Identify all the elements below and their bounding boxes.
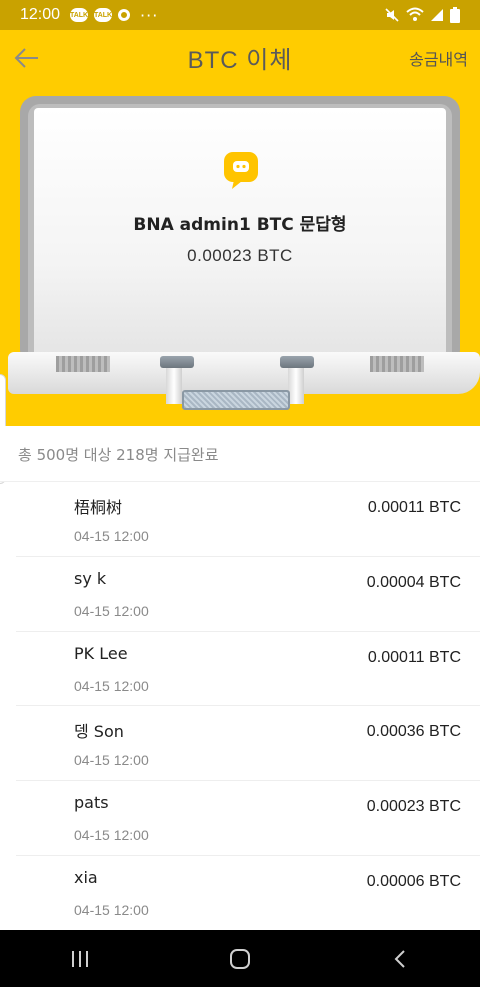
tray-knob — [280, 356, 314, 368]
recipient-time: 04-15 12:00 — [74, 602, 149, 619]
recents-button[interactable] — [50, 939, 110, 979]
recipient-amount: 0.00011 BTC — [367, 648, 461, 666]
list-item: 梧桐树 04-15 12:00 0.00011 BTC — [16, 482, 480, 557]
chat-bubble-b-icon — [224, 152, 258, 189]
wifi-icon — [406, 7, 424, 21]
tray-slot — [56, 356, 110, 372]
list-item: sy k 04-15 12:00 0.00004 BTC — [16, 557, 480, 632]
tray-knob — [160, 356, 194, 368]
recipient-name: PK Lee — [74, 643, 128, 663]
system-navigation-bar — [0, 930, 480, 987]
app-header: BTC 이체 송금내역 — [0, 30, 480, 86]
talk-notification-icon: TALK — [94, 8, 112, 22]
mute-icon — [385, 8, 399, 22]
recipient-amount: 0.00023 BTC — [366, 798, 461, 816]
recipient-list: 梧桐树 04-15 12:00 0.00011 BTC sy k 04-15 1… — [0, 482, 480, 931]
recipient-time: 04-15 12:00 — [74, 827, 149, 844]
status-time: 12:00 — [20, 6, 61, 23]
status-bar: 12:00 TALK TALK ··· — [0, 0, 480, 30]
recents-icon — [72, 950, 88, 967]
recipient-amount: 0.00004 BTC — [366, 573, 461, 591]
list-item: 뎅 Son 04-15 12:00 0.00036 BTC — [16, 706, 480, 782]
back-icon — [394, 949, 405, 968]
home-button[interactable] — [210, 939, 270, 979]
recipient-name: 梧桐树 — [74, 498, 123, 517]
recipient-amount: 0.00011 BTC — [367, 499, 461, 516]
transfer-card — [34, 108, 446, 366]
recipient-time: 04-15 12:00 — [74, 752, 149, 769]
recipient-name: xia — [74, 867, 98, 887]
recipient-name: 뎅 Son — [74, 722, 124, 742]
handle-post — [288, 368, 304, 404]
transfer-card-area: BNA admin1 BTC 문답형 0.00023 BTC — [0, 86, 480, 484]
summary-bar: 총 500명 대상 218명 지급완료 — [0, 426, 480, 482]
tray-slot — [370, 356, 424, 372]
list-item: PK Lee 04-15 12:00 0.00011 BTC — [16, 632, 480, 707]
recipient-name: pats — [74, 793, 109, 813]
nav-back-button[interactable] — [370, 939, 430, 979]
home-icon — [230, 948, 250, 969]
list-item: xia 04-15 12:00 0.00006 BTC — [16, 856, 480, 931]
list-item: pats 04-15 12:00 0.00023 BTC — [16, 781, 480, 856]
notification-icons: TALK TALK ··· — [70, 6, 158, 25]
recipient-name: sy k — [74, 568, 107, 588]
recipient-amount: 0.00036 BTC — [366, 723, 461, 741]
card-amount: 0.00023 BTC — [187, 246, 293, 265]
page-title: BTC 이체 — [187, 47, 293, 74]
recipient-time: 04-15 12:00 — [74, 528, 149, 544]
summary-text: 총 500명 대상 218명 지급완료 — [18, 446, 219, 464]
signal-icon — [431, 9, 443, 21]
system-icons — [384, 7, 460, 23]
recipient-amount: 0.00006 BTC — [366, 872, 461, 890]
history-button[interactable]: 송금내역 — [409, 46, 468, 70]
recipient-time: 04-15 12:00 — [74, 901, 149, 918]
handle-post — [166, 368, 182, 404]
tray-handle — [182, 390, 290, 410]
recipient-time: 04-15 12:00 — [74, 677, 149, 694]
talk-notification-icon: TALK — [70, 8, 88, 22]
battery-icon — [450, 7, 460, 23]
more-notifications-icon: ··· — [140, 5, 159, 25]
ring-notification-icon — [118, 9, 131, 21]
card-title: BNA admin1 BTC 문답형 — [133, 215, 347, 235]
